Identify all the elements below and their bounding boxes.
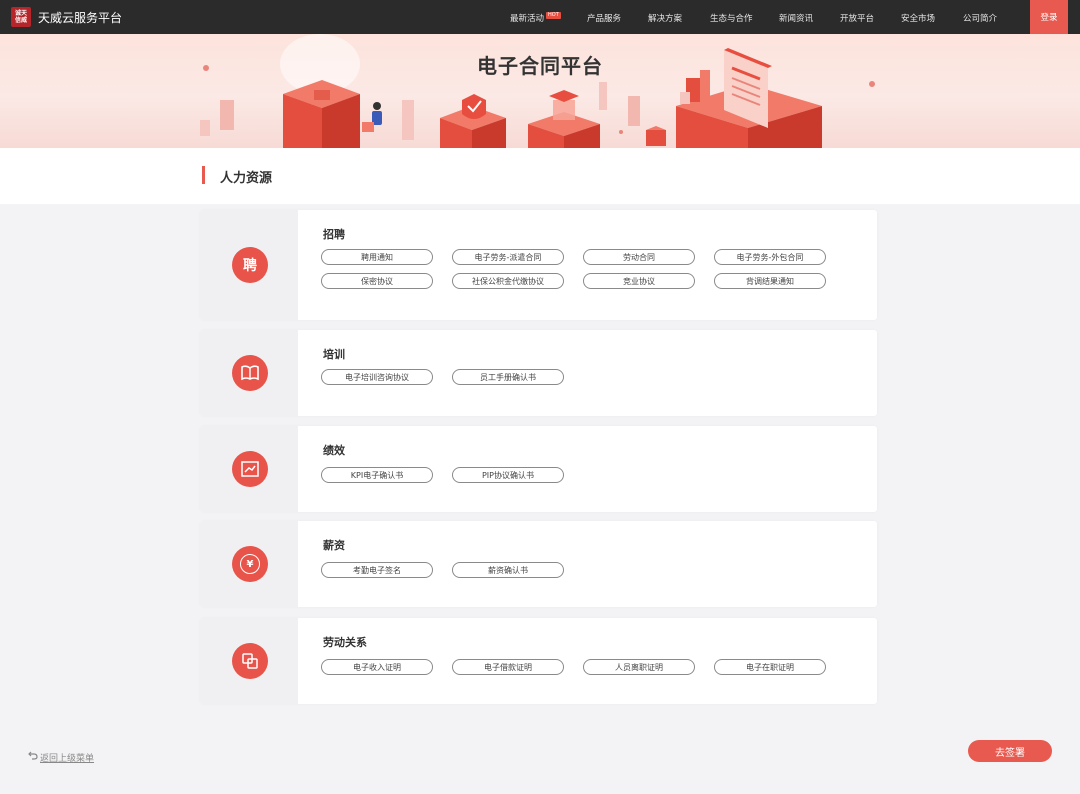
contract-chip[interactable]: 电子在职证明 — [714, 659, 826, 675]
top-nav-bar: 诚天信威 天威云服务平台 最新活动 HOT 产品服务 解决方案 生态与合作 新闻资… — [0, 0, 1080, 34]
nav-company-intro[interactable]: 公司简介 — [963, 12, 997, 24]
contract-chip[interactable]: 薪资确认书 — [452, 562, 564, 578]
category-title: 薪资 — [323, 539, 345, 552]
recruit-icon-glyph: 聘 — [243, 258, 257, 274]
section-accent-bar — [202, 166, 205, 184]
contract-chip[interactable]: 电子劳务-派遣合同 — [452, 249, 564, 265]
nav-security-market[interactable]: 安全市场 — [901, 12, 935, 24]
contract-chip[interactable]: PIP协议确认书 — [452, 467, 564, 483]
overlap-squares-icon — [232, 643, 268, 679]
category-performance: 绩效 KPI电子确认书 PIP协议确认书 — [200, 426, 877, 512]
category-title: 培训 — [323, 348, 345, 361]
category-title: 招聘 — [323, 228, 345, 241]
banner-title: 电子合同平台 — [477, 54, 603, 78]
contract-chip[interactable]: 社保公积金代缴协议 — [452, 273, 564, 289]
contract-chip[interactable]: KPI电子确认书 — [321, 467, 433, 483]
nav-label: 最新活动 — [510, 14, 545, 24]
category-training: 培训 电子培训咨询协议 员工手册确认书 — [200, 330, 877, 416]
category-title: 绩效 — [323, 444, 345, 457]
hot-badge: HOT — [546, 12, 561, 19]
contract-chip[interactable]: 聘用通知 — [321, 249, 433, 265]
category-recruitment: 聘 招聘 聘用通知 电子劳务-派遣合同 劳动合同 电子劳务-外包合同 保密协议 … — [200, 210, 877, 320]
chart-icon — [232, 451, 268, 487]
nav-news[interactable]: 新闻资讯 — [779, 12, 813, 24]
category-title: 劳动关系 — [323, 636, 367, 649]
nav-products[interactable]: 产品服务 — [587, 12, 621, 24]
recruit-icon: 聘 — [232, 247, 268, 283]
nav-solutions[interactable]: 解决方案 — [648, 12, 682, 24]
contract-chip[interactable]: 员工手册确认书 — [452, 369, 564, 385]
category-salary: ¥ 薪资 考勤电子签名 薪资确认书 — [200, 521, 877, 607]
go-sign-button[interactable]: 去签署 — [968, 740, 1052, 762]
contract-chip[interactable]: 电子劳务-外包合同 — [714, 249, 826, 265]
contract-chip[interactable]: 人员离职证明 — [583, 659, 695, 675]
contract-chip[interactable]: 电子借款证明 — [452, 659, 564, 675]
back-to-parent-menu-link[interactable]: 返回上级菜单 — [40, 751, 94, 764]
contract-chip[interactable]: 劳动合同 — [583, 249, 695, 265]
company-logo[interactable]: 诚天信威 — [11, 7, 31, 27]
contract-chip[interactable]: 电子收入证明 — [321, 659, 433, 675]
category-labor-relations: 劳动关系 电子收入证明 电子借款证明 人员离职证明 电子在职证明 — [200, 618, 877, 704]
nav-latest-activity[interactable]: 最新活动 HOT — [510, 12, 561, 24]
nav-open-platform[interactable]: 开放平台 — [840, 12, 874, 24]
brand-name[interactable]: 天威云服务平台 — [38, 9, 122, 26]
hero-banner: 电子合同平台 — [0, 34, 1080, 148]
return-arrow-icon[interactable] — [28, 750, 38, 763]
section-title: 人力资源 — [220, 171, 273, 186]
contract-chip[interactable]: 电子培训咨询协议 — [321, 369, 433, 385]
contract-chip[interactable]: 背调结果通知 — [714, 273, 826, 289]
section-header: 人力资源 — [0, 148, 1080, 204]
logo-text: 诚天信威 — [14, 10, 27, 24]
yen-icon-glyph: ¥ — [240, 554, 260, 574]
contract-chip[interactable]: 考勤电子签名 — [321, 562, 433, 578]
footer-bar — [0, 728, 1080, 794]
yen-icon: ¥ — [232, 546, 268, 582]
nav-ecosystem[interactable]: 生态与合作 — [710, 12, 753, 24]
contract-chip[interactable]: 竞业协议 — [583, 273, 695, 289]
contract-chip[interactable]: 保密协议 — [321, 273, 433, 289]
login-button[interactable]: 登录 — [1030, 0, 1068, 34]
book-icon — [232, 355, 268, 391]
